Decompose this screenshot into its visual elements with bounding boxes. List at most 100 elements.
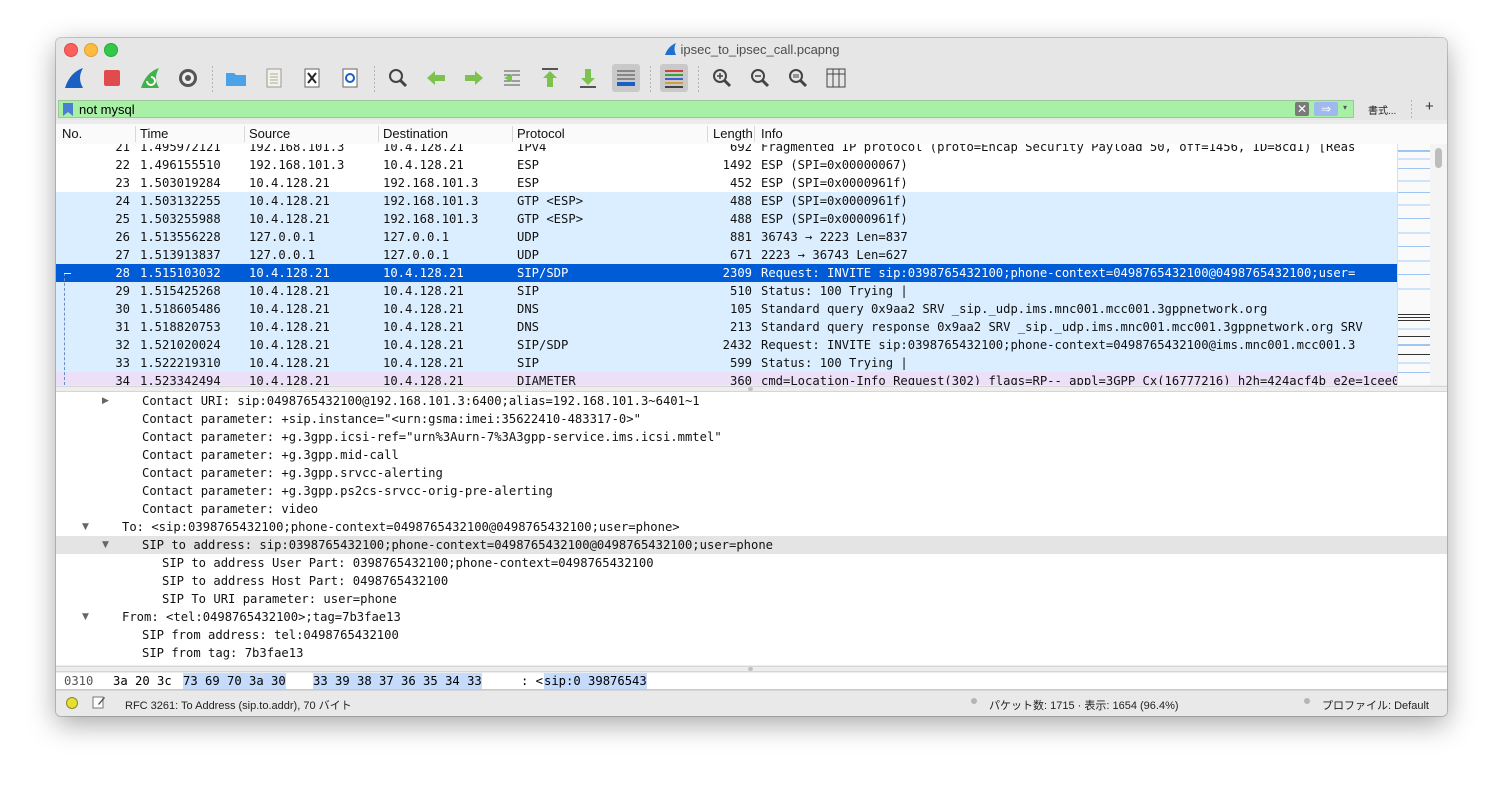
column-header-protocol[interactable]: Protocol	[517, 126, 565, 144]
go-back-icon[interactable]	[422, 64, 450, 92]
column-divider[interactable]	[707, 126, 708, 142]
toolbar-separator	[650, 66, 651, 92]
column-header-info[interactable]: Info	[761, 126, 783, 144]
detail-line[interactable]: Contact parameter: +g.3gpp.srvcc-alertin…	[56, 464, 1447, 482]
display-filter-input[interactable]: not mysql ✕ ⇒ ▾	[58, 100, 1354, 118]
detail-line[interactable]: SIP from address: tel:0498765432100	[56, 626, 1447, 644]
column-header-source[interactable]: Source	[249, 126, 290, 144]
go-first-icon[interactable]	[536, 64, 564, 92]
splitter-handle[interactable]	[748, 387, 753, 391]
column-divider[interactable]	[754, 126, 755, 142]
collapse-arrow-icon[interactable]: ▼	[82, 608, 89, 626]
packet-minimap[interactable]	[1397, 144, 1431, 385]
cell-protocol: SIP/SDP	[517, 266, 569, 280]
bytes-hex-selected[interactable]: 73 69 70 3a 30	[183, 673, 286, 689]
resize-columns-icon[interactable]	[822, 64, 850, 92]
display-filter-text[interactable]: not mysql	[79, 102, 135, 117]
start-capture-icon[interactable]	[60, 64, 88, 92]
capture-comment-icon[interactable]	[92, 695, 106, 709]
auto-scroll-icon[interactable]	[612, 64, 640, 92]
normal-size-icon[interactable]	[784, 64, 812, 92]
packet-row[interactable]: 32 1.521020024 10.4.128.21 10.4.128.21 SIP/S…	[56, 336, 1397, 354]
save-file-icon[interactable]	[260, 64, 288, 92]
stop-capture-icon[interactable]	[98, 64, 126, 92]
detail-text: From: <tel:0498765432100>;tag=7b3fae13	[122, 610, 401, 624]
bytes-ascii[interactable]: : <	[521, 673, 543, 689]
packet-row[interactable]: 21 1.495972121 192.168.101.3 10.4.128.21 IPv…	[56, 144, 1397, 156]
cell-destination: 192.168.101.3	[383, 176, 479, 190]
filter-expression-button[interactable]: 書式...	[1368, 102, 1396, 117]
column-divider[interactable]	[135, 126, 136, 142]
column-divider[interactable]	[512, 126, 513, 142]
detail-line[interactable]: SIP to address Host Part: 0498765432100	[56, 572, 1447, 590]
close-file-icon[interactable]	[298, 64, 326, 92]
packet-row[interactable]: 25 1.503255988 10.4.128.21 192.168.101.3 GTP…	[56, 210, 1397, 228]
detail-text: SIP from address: tel:0498765432100	[142, 628, 399, 642]
cell-time: 1.522219310	[140, 356, 221, 370]
pane-splitter[interactable]	[56, 666, 1447, 672]
bookmark-icon[interactable]	[63, 103, 73, 116]
detail-line[interactable]: ▶ Contact URI: sip:0498765432100@192.168.…	[56, 392, 1447, 410]
restart-capture-icon[interactable]	[136, 64, 164, 92]
detail-text: SIP to address: sip:0398765432100;phone-…	[142, 538, 774, 552]
collapse-arrow-icon[interactable]: ▼	[82, 518, 89, 536]
zoom-in-icon[interactable]	[708, 64, 736, 92]
reload-file-icon[interactable]	[336, 64, 364, 92]
detail-line[interactable]: Contact parameter: +g.3gpp.mid-call	[56, 446, 1447, 464]
zoom-out-icon[interactable]	[746, 64, 774, 92]
cell-length: 360	[729, 374, 752, 385]
packet-list-scrollbar[interactable]	[1430, 144, 1447, 385]
splitter-handle[interactable]	[748, 667, 753, 671]
detail-line[interactable]: Contact parameter: video	[56, 500, 1447, 518]
packet-row[interactable]: 23 1.503019284 10.4.128.21 192.168.101.3 ESP…	[56, 174, 1397, 192]
detail-line[interactable]: ▼ SIP to address: sip:0398765432100;phone…	[56, 536, 1447, 554]
detail-line[interactable]: SIP to address User Part: 0398765432100;…	[56, 554, 1447, 572]
expert-info-indicator-icon[interactable]	[66, 697, 78, 709]
cell-destination: 127.0.0.1	[383, 230, 450, 244]
detail-line[interactable]: SIP from tag: 7b3fae13	[56, 644, 1447, 662]
expand-arrow-icon[interactable]: ▶	[102, 392, 109, 410]
cell-destination: 10.4.128.21	[383, 356, 464, 370]
add-filter-button-icon[interactable]: +	[1425, 98, 1434, 115]
detail-line[interactable]: ▼ From: <tel:0498765432100>;tag=7b3fae13	[56, 608, 1447, 626]
packet-row[interactable]: 26 1.513556228 127.0.0.1 127.0.0.1 UDP 881 367…	[56, 228, 1397, 246]
go-last-icon[interactable]	[574, 64, 602, 92]
packet-list-scroll-thumb[interactable]	[1435, 148, 1442, 168]
colorize-icon[interactable]	[660, 64, 688, 92]
bytes-hex-selected[interactable]: 33 39 38 37 36 35 34 33	[313, 673, 482, 689]
profile-selector[interactable]: プロファイル: Default	[1322, 697, 1429, 713]
bytes-ascii-selected[interactable]: sip:0 39876543	[544, 673, 647, 689]
clear-filter-icon[interactable]: ✕	[1295, 102, 1309, 116]
packet-row[interactable]: 27 1.513913837 127.0.0.1 127.0.0.1 UDP 671 222…	[56, 246, 1397, 264]
apply-filter-icon[interactable]: ⇒	[1314, 102, 1338, 116]
packet-row[interactable]: 33 1.522219310 10.4.128.21 10.4.128.21 SIP 59…	[56, 354, 1397, 372]
packet-row[interactable]: 30 1.518605486 10.4.128.21 10.4.128.21 DNS 10…	[56, 300, 1397, 318]
open-file-icon[interactable]	[222, 64, 250, 92]
cell-source: 10.4.128.21	[249, 320, 330, 334]
detail-line[interactable]: ▼ To: <sip:0398765432100;phone-context=04…	[56, 518, 1447, 536]
detail-line[interactable]: Contact parameter: +g.3gpp.ps2cs-srvcc-o…	[56, 482, 1447, 500]
collapse-arrow-icon[interactable]: ▼	[102, 536, 109, 554]
packet-bytes-pane[interactable]: 0310 3a 20 3c 73 69 70 3a 30 33 39 38 37…	[56, 673, 1447, 690]
column-header-destination[interactable]: Destination	[383, 126, 448, 144]
bytes-hex[interactable]: 3a 20 3c	[113, 673, 172, 689]
go-to-packet-icon[interactable]	[498, 64, 526, 92]
capture-options-icon[interactable]	[174, 64, 202, 92]
detail-line[interactable]: Contact parameter: +g.3gpp.icsi-ref="urn…	[56, 428, 1447, 446]
packet-row[interactable]: 29 1.515425268 10.4.128.21 10.4.128.21 SIP 51…	[56, 282, 1397, 300]
find-packet-icon[interactable]	[384, 64, 412, 92]
packet-row[interactable]: 28 1.515103032 10.4.128.21 10.4.128.21 SIP/S…	[56, 264, 1397, 282]
column-divider[interactable]	[378, 126, 379, 142]
packet-row[interactable]: 24 1.503132255 10.4.128.21 192.168.101.3 GTP…	[56, 192, 1397, 210]
detail-line[interactable]: Contact parameter: +sip.instance="<urn:g…	[56, 410, 1447, 428]
filter-history-dropdown-icon[interactable]: ▾	[1343, 103, 1347, 112]
detail-line[interactable]: SIP To URI parameter: user=phone	[56, 590, 1447, 608]
column-header-time[interactable]: Time	[140, 126, 168, 144]
packet-row[interactable]: 31 1.518820753 10.4.128.21 10.4.128.21 DNS 21…	[56, 318, 1397, 336]
column-divider[interactable]	[244, 126, 245, 142]
packet-row[interactable]: 34 1.523342494 10.4.128.21 10.4.128.21 DIAME…	[56, 372, 1397, 385]
column-header-length[interactable]: Length	[713, 126, 753, 144]
packet-row[interactable]: 22 1.496155510 192.168.101.3 10.4.128.21 ESP…	[56, 156, 1397, 174]
go-forward-icon[interactable]	[460, 64, 488, 92]
column-header-no[interactable]: No.	[62, 126, 82, 144]
